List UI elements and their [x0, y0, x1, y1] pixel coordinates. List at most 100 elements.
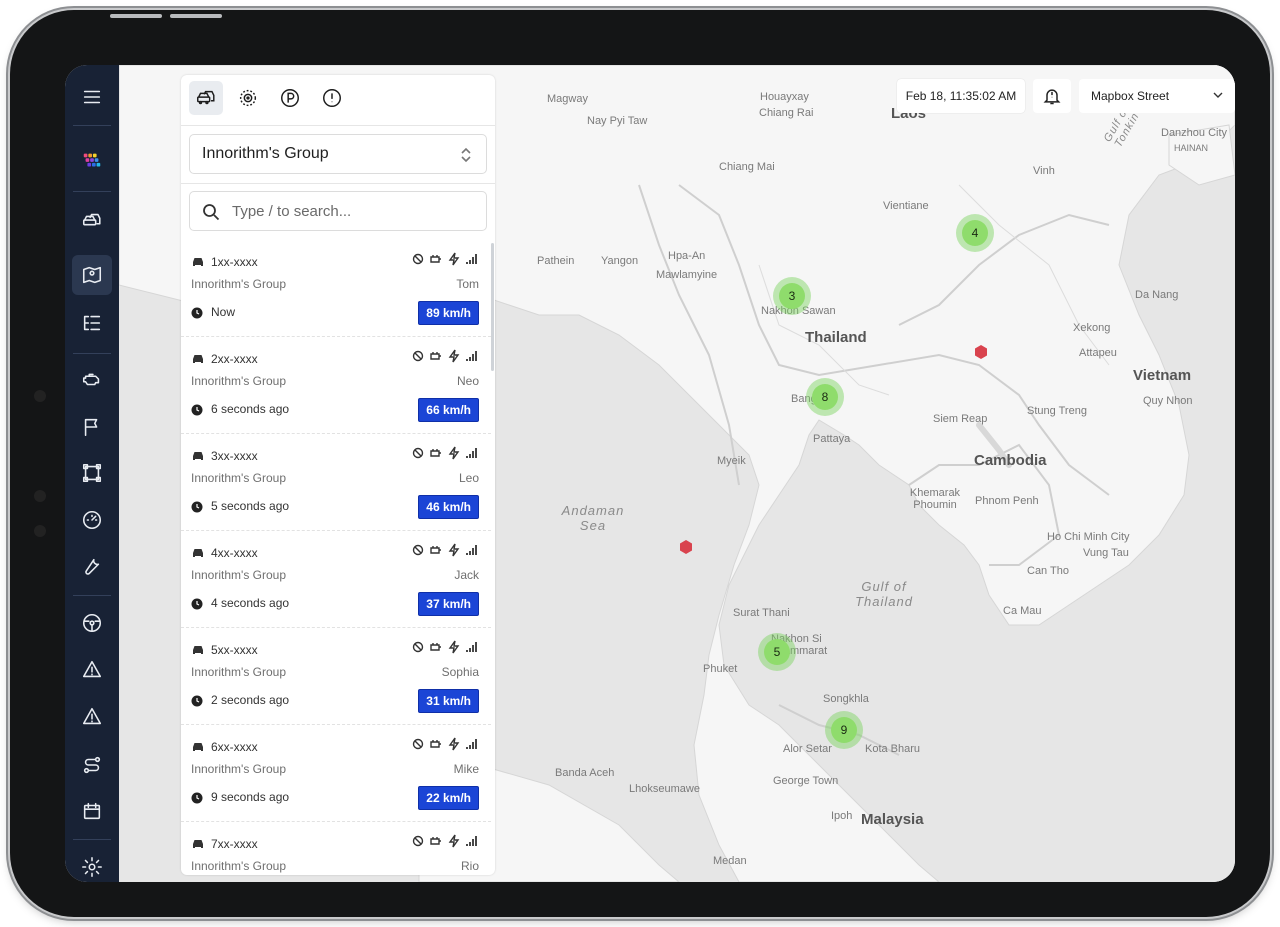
map-label: Yangon: [601, 255, 639, 267]
vehicle-plate: 3xx-xxxx: [211, 449, 258, 463]
vehicle-status-icons: [411, 543, 479, 557]
search-input[interactable]: [230, 201, 474, 221]
clock-icon: [191, 404, 203, 416]
vehicle-row[interactable]: 7xx-xxxx Innorithm's Group Rio: [181, 822, 491, 875]
nav-geofence[interactable]: [65, 453, 119, 493]
signal-bars-icon: [466, 545, 477, 555]
group-select[interactable]: Innorithm's Group: [189, 134, 487, 174]
vehicle-cluster[interactable]: 9: [825, 711, 863, 749]
map-label: Pattaya: [813, 433, 851, 445]
divider: [73, 595, 111, 596]
divider: [73, 839, 111, 840]
vehicle-row[interactable]: 3xx-xxxx Innorithm's Group Leo 5 seconds…: [181, 434, 491, 531]
map-label: Siem Reap: [933, 413, 988, 425]
target-icon: [239, 89, 257, 107]
menu-button[interactable]: [65, 77, 119, 117]
parking-tab[interactable]: [273, 81, 307, 115]
nav-route[interactable]: [65, 745, 119, 785]
vehicle-cluster[interactable]: 4: [956, 214, 994, 252]
ignition-icon: [412, 253, 424, 265]
divider: [73, 191, 111, 192]
map-icon: [82, 266, 102, 284]
vehicle-status-icons: [411, 349, 479, 363]
engine-icon: [82, 373, 100, 386]
vehicle-row[interactable]: 5xx-xxxx Innorithm's Group Sophia 2 seco…: [181, 628, 491, 725]
settings-icon: [82, 857, 102, 877]
map-label: Attapeu: [1079, 347, 1117, 359]
nav-flag[interactable]: [65, 407, 119, 447]
car-icon: [193, 355, 203, 363]
signal-bars-icon: [466, 739, 477, 749]
map-label: Magway: [547, 93, 588, 105]
nav-vehicles[interactable]: [65, 201, 119, 241]
list-scrollbar[interactable]: [491, 243, 494, 371]
vehicle-cluster[interactable]: 5: [758, 633, 796, 671]
cars-icon: [197, 90, 215, 105]
map-label: Banda Aceh: [555, 767, 615, 779]
nav-rail: [65, 65, 119, 882]
map-label: Kota Bharu: [865, 743, 921, 755]
nav-road-warning[interactable]: [65, 650, 119, 690]
vehicle-plate: 5xx-xxxx: [211, 643, 258, 657]
vehicle-last-update: 9 seconds ago: [211, 790, 290, 804]
map-label: Vientiane: [883, 200, 929, 212]
volume-button: [110, 14, 162, 18]
map-label: Chiang Rai: [759, 107, 814, 119]
map-style-select[interactable]: Mapbox Street: [1079, 79, 1235, 113]
vehicle-group: Innorithm's Group: [191, 762, 286, 776]
vehicle-group: Innorithm's Group: [191, 471, 286, 485]
vehicle-plate: 7xx-xxxx: [211, 837, 258, 851]
nav-speed[interactable]: [65, 500, 119, 540]
vehicle-group: Innorithm's Group: [191, 374, 286, 388]
panel-tabs: [189, 81, 349, 117]
app-logo[interactable]: [65, 141, 119, 181]
ignition-icon: [412, 544, 424, 556]
alert-marker-icon[interactable]: [974, 345, 988, 359]
timestamp-display: Feb 18, 11:35:02 AM: [897, 79, 1025, 113]
alert-marker-icon[interactable]: [679, 540, 693, 554]
vehicle-row[interactable]: 4xx-xxxx Innorithm's Group Jack 4 second…: [181, 531, 491, 628]
map-label: Myeik: [717, 455, 746, 467]
nav-maintenance[interactable]: [65, 547, 119, 587]
vehicle-row[interactable]: 6xx-xxxx Innorithm's Group Mike 9 second…: [181, 725, 491, 822]
vehicle-cluster[interactable]: 3: [773, 277, 811, 315]
map-label: Thailand: [805, 329, 867, 346]
map-label: Mawlamyine: [656, 269, 718, 281]
vehicle-list: 1xx-xxxx Innorithm's Group Tom Now 89 km…: [181, 240, 495, 875]
map-label: Phuket: [703, 663, 738, 675]
vehicle-status-icons: [411, 737, 479, 751]
road-warning-icon: [82, 660, 102, 678]
map-label: Ca Mau: [1003, 605, 1042, 617]
nav-warning[interactable]: [65, 697, 119, 737]
calendar-icon: [83, 802, 101, 820]
nav-map[interactable]: [72, 255, 112, 295]
cluster-count: 3: [779, 283, 805, 309]
alerts-tab[interactable]: [315, 81, 349, 115]
app-logo-icon: [83, 153, 101, 167]
geofence-tab[interactable]: [231, 81, 265, 115]
vehicle-status-icons: [411, 640, 479, 654]
map-label: Surat Thani: [733, 607, 790, 619]
vehicle-driver: Jack: [454, 568, 479, 582]
map-label: Malaysia: [861, 811, 924, 828]
nav-settings[interactable]: [65, 847, 119, 882]
nav-engine[interactable]: [65, 359, 119, 399]
divider: [181, 125, 495, 126]
notifications-button[interactable]: [1033, 79, 1071, 113]
vehicle-row[interactable]: 2xx-xxxx Innorithm's Group Neo 6 seconds…: [181, 337, 491, 434]
map-view[interactable]: Magway Houayxay Chiang Rai Nay Pyi Taw L…: [119, 65, 1235, 882]
vehicle-cluster[interactable]: 8: [806, 378, 844, 416]
power-bolt-icon: [448, 252, 460, 266]
map-style-value: Mapbox Street: [1091, 89, 1170, 103]
clock-icon: [191, 792, 203, 804]
vehicle-status-icons: [411, 834, 479, 848]
ignition-icon: [412, 738, 424, 750]
vehicle-row[interactable]: 1xx-xxxx Innorithm's Group Tom Now 89 km…: [181, 240, 491, 337]
power-bolt-icon: [448, 834, 460, 848]
speed-badge: 66 km/h: [418, 398, 479, 422]
map-label: Songkhla: [823, 693, 869, 705]
vehicles-tab[interactable]: [189, 81, 223, 115]
nav-calendar[interactable]: [65, 791, 119, 831]
nav-list[interactable]: [65, 303, 119, 343]
nav-driver[interactable]: [65, 603, 119, 643]
